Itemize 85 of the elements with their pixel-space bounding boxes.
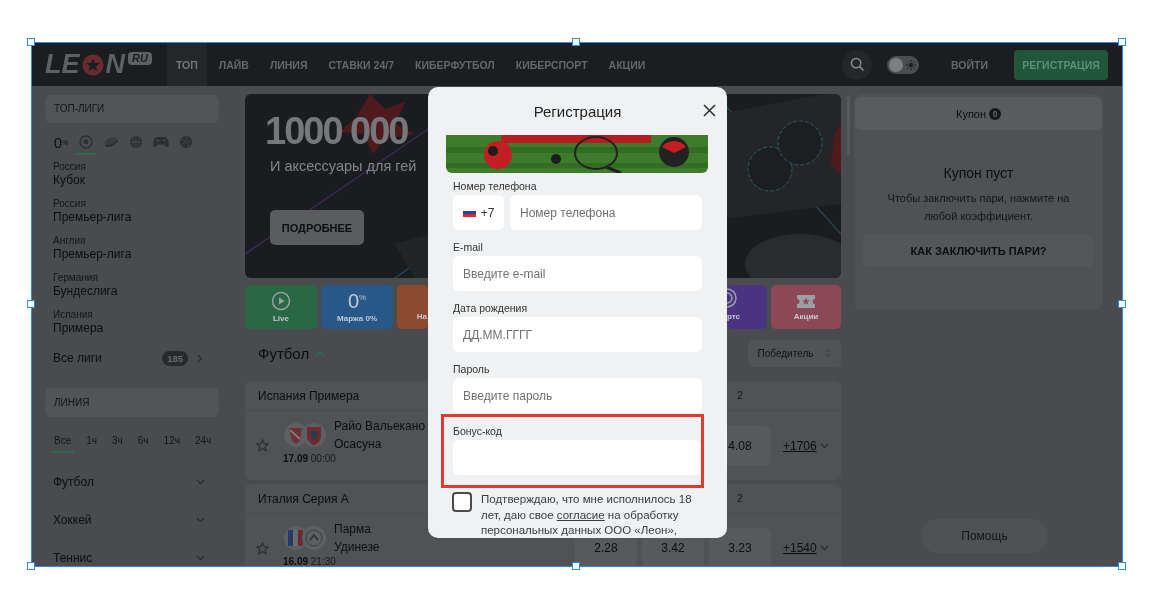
country-label: Англия [53,235,86,247]
nav-tab[interactable]: АКЦИИ [599,43,655,86]
text-field[interactable] [453,440,701,475]
shortcut-tile[interactable]: На [397,285,428,329]
theme-toggle[interactable] [887,55,919,74]
market-dropdown[interactable]: Победитель [748,339,841,367]
sport-item[interactable]: Теннис [53,551,196,565]
star-icon[interactable] [256,541,269,555]
field-label: Дата рождения [453,302,528,314]
how-to-bet-button[interactable]: КАК ЗАКЛЮЧИТЬ ПАРИ? [863,234,1094,267]
team-name: Райо Вальекано [334,418,426,435]
nav-tab[interactable]: ТОП [166,43,207,86]
shortcut-tile[interactable]: Акции [771,285,841,329]
sport-tab[interactable]: 0$^{%}$ [51,131,71,155]
league-link[interactable]: Бундеслига [53,284,118,298]
consent-checkbox[interactable] [452,492,472,512]
star-icon[interactable] [256,438,269,452]
nav-tab[interactable]: КИБЕРФУТБОЛ [406,43,504,86]
empty-hint: Чтобы заключить пари, нажмите на любой коэффициент. [886,191,1071,224]
resize-handle[interactable] [27,38,35,46]
resize-handle[interactable] [1118,300,1126,308]
chevron-down-icon [819,442,829,449]
column-label: 2 [736,493,744,504]
column-label: 2 [736,390,744,401]
all-leagues-link[interactable]: Все лиги [53,351,163,365]
chevron-right-icon [197,353,203,363]
resize-handle[interactable] [572,38,580,46]
count-badge: 185 [162,350,188,366]
field-label: Пароль [453,363,490,375]
login-button[interactable]: ВОЙТИ [951,58,988,71]
league-link[interactable]: Премьер-лига [53,210,132,224]
resize-handle[interactable] [1118,38,1126,46]
gamepad-icon [153,136,169,148]
resize-handle[interactable] [1118,562,1126,570]
text-field[interactable]: Введите пароль [453,378,702,413]
more-markets-link[interactable]: +1540 [776,528,829,566]
football-icon [79,135,93,149]
team-name: Осасуна [334,436,382,453]
basketball-icon [129,135,143,149]
search-button[interactable] [842,49,872,80]
league-link[interactable]: Кубок [53,173,85,187]
section-header: ТОП-ЛИГИ [45,95,219,123]
sport-item[interactable]: Футбол [53,475,196,489]
team-crests-icon [283,525,327,551]
sport-item[interactable]: Хоккей [53,513,196,527]
search-icon [849,57,865,72]
resize-handle[interactable] [27,300,35,308]
team-name: Удинезе [334,539,380,556]
sort-icon [825,348,832,358]
chevron-down-icon [196,517,205,523]
ticket-icon [796,293,816,309]
shortcut-tile[interactable]: Live [245,285,317,329]
team-crests-icon [283,422,327,448]
volleyball-icon [179,135,193,149]
nav-tab[interactable]: ЛИНИЯ [260,43,317,86]
resize-handle[interactable] [27,562,35,570]
more-markets-link[interactable]: +1706 [776,438,829,453]
play-icon [271,291,291,311]
nav-tab[interactable]: КИБЕРСПОРТ [506,43,597,86]
logo[interactable]: LE N RU [45,51,152,78]
shortcut-tile[interactable]: ртс [727,285,767,329]
nav-tab[interactable]: СТАВКИ 24/7 [319,43,404,86]
league-link[interactable]: Премьер-лига [53,247,132,261]
team-name: Парма [334,521,371,538]
coupon-tab[interactable]: Купон 0 [855,97,1102,130]
match-time: 16.09 21:30 [283,556,336,566]
text-field[interactable]: ДД.ММ.ГГГГ [453,317,702,352]
league-name[interactable]: Италия Серия А [258,491,349,506]
chevron-down-icon [196,555,205,561]
section-title: Футбол [258,344,310,362]
nav-tab[interactable]: ЛАЙВ [209,43,258,86]
field-label: Бонус-код [453,425,502,437]
puck-icon [103,136,119,148]
league-link[interactable]: Примера [53,321,104,335]
register-button[interactable]: РЕГИСТРАЦИЯ [1014,49,1108,80]
sun-icon [906,59,916,70]
empty-title: Купон пуст [943,165,1014,181]
help-button[interactable]: Помощь [921,519,1048,553]
section-header: ЛИНИЯ [45,388,219,417]
league-name[interactable]: Испания Примера [258,388,360,403]
chevron-down-icon [196,479,205,485]
resize-handle[interactable] [572,562,580,570]
odds-button[interactable]: 3.23 [709,528,771,566]
chevron-down-icon [819,545,829,551]
shortcut-tile[interactable]: 0$^{%}$ Маржа 0% [321,285,393,329]
